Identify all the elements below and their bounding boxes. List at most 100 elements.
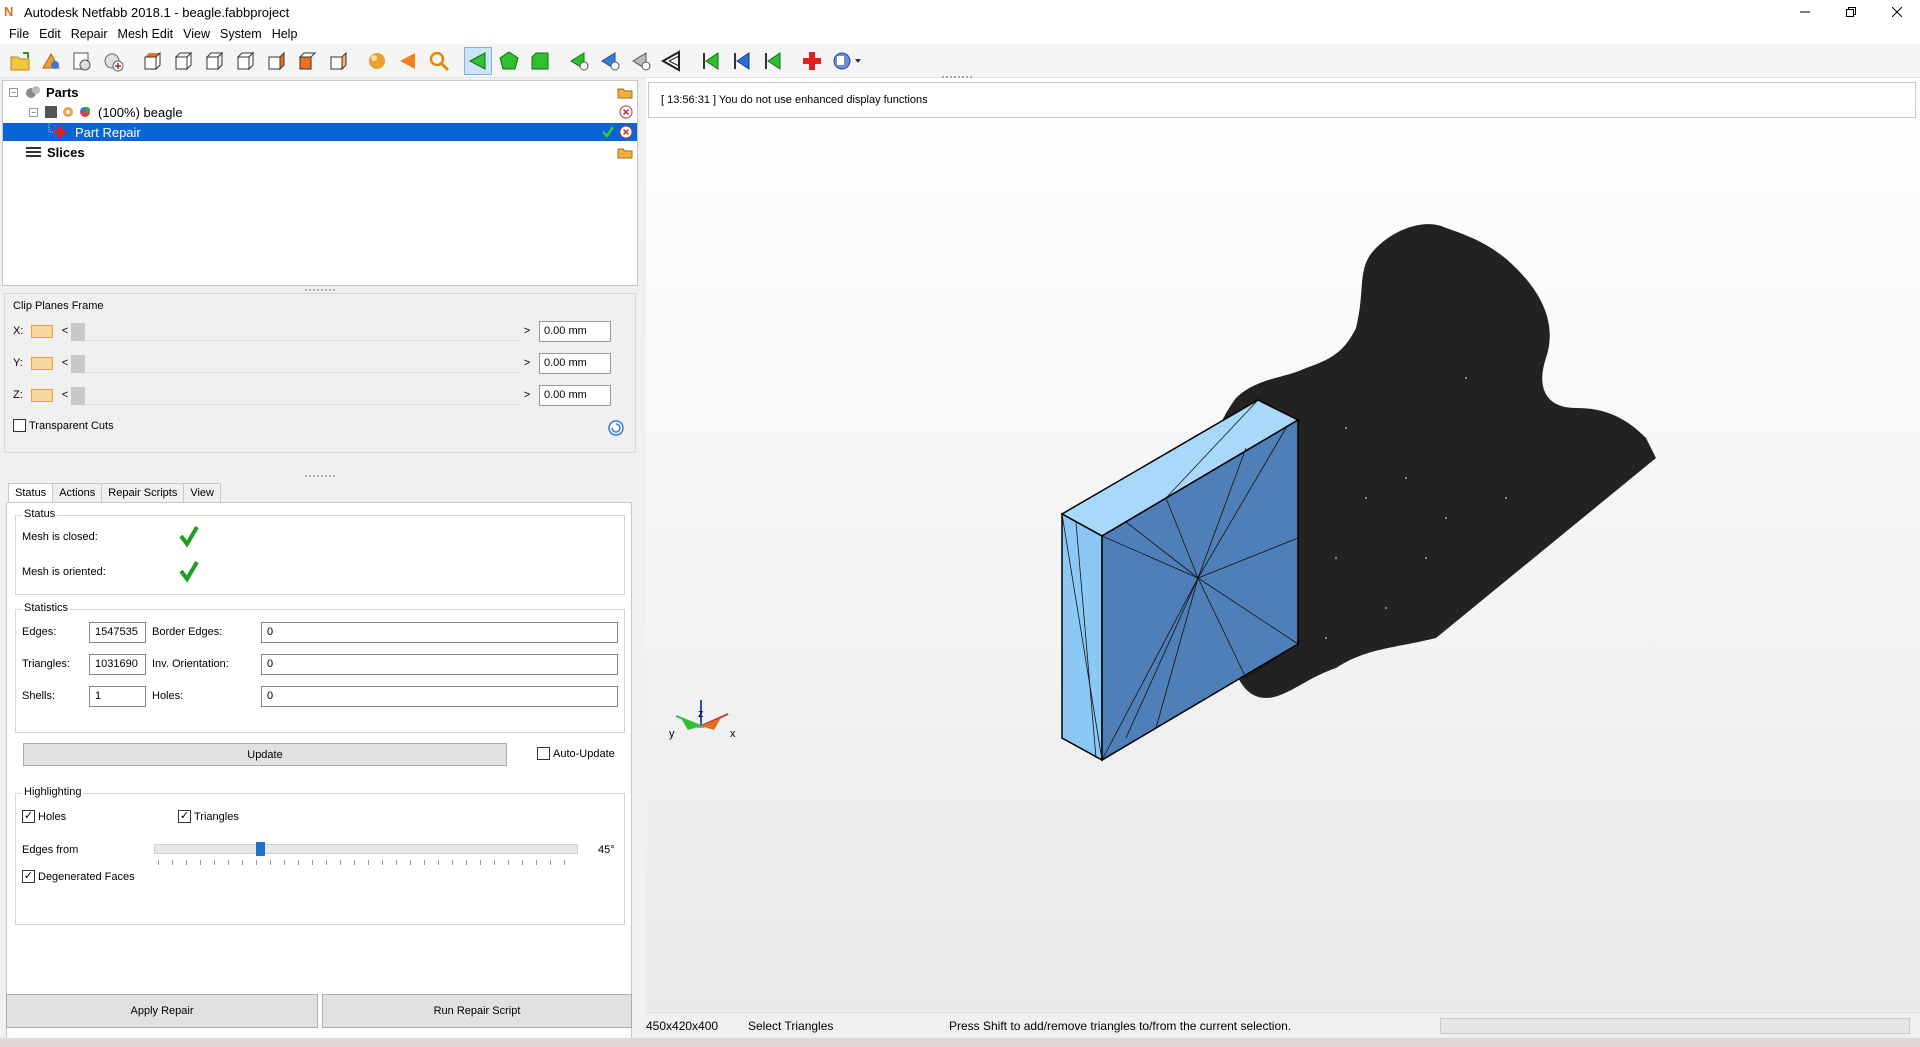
move-point-button[interactable] [658, 47, 686, 75]
clip-z-decrease-icon[interactable]: < [59, 389, 71, 401]
clip-z-thumb[interactable] [71, 387, 85, 405]
holes-field: 0 [261, 686, 618, 707]
transparent-cuts-checkbox[interactable] [13, 419, 26, 432]
menu-system[interactable]: System [215, 27, 267, 41]
auto-update-checkbox[interactable] [537, 747, 550, 760]
menu-mesh-edit[interactable]: Mesh Edit [113, 27, 179, 41]
title-bar: N Autodesk Netfabb 2018.1 - beagle.fabbp… [0, 0, 1920, 24]
collapse-icon[interactable]: − [29, 107, 38, 117]
clip-z-increase-icon[interactable]: > [521, 389, 533, 401]
zoom-button[interactable] [425, 47, 453, 75]
3d-viewport[interactable]: [ 13:56:31 ] You do not use enhanced dis… [646, 76, 1920, 1010]
parts-folder-icon[interactable] [617, 85, 633, 99]
clip-x-increase-icon[interactable]: > [521, 325, 533, 337]
menu-help[interactable]: Help [267, 27, 303, 41]
clip-y-input[interactable]: 0.00 mm [539, 352, 611, 374]
clip-z-toggle[interactable] [31, 388, 53, 402]
degenerated-faces-checkbox[interactable]: ✓ [22, 870, 35, 883]
select-shell-button[interactable] [526, 47, 554, 75]
color-icon[interactable] [78, 105, 92, 119]
tree-connector-icon [48, 123, 66, 138]
clip-x-input[interactable]: 0.00 mm [539, 320, 611, 342]
run-repair-script-button[interactable]: Run Repair Script [322, 994, 632, 1028]
clip-z-input[interactable]: 0.00 mm [539, 384, 611, 406]
close-button[interactable] [1874, 0, 1920, 24]
tab-repair-scripts[interactable]: Repair Scripts [101, 483, 185, 503]
view-iso-button[interactable] [324, 47, 352, 75]
minimize-icon [1800, 11, 1810, 13]
select-triangle-button[interactable] [464, 46, 492, 75]
next-button[interactable] [728, 47, 756, 75]
update-button[interactable]: Update [23, 743, 507, 766]
connect-button[interactable] [627, 47, 655, 75]
repair-box[interactable] [1060, 399, 1300, 762]
transparent-cuts-option[interactable]: Transparent Cuts [13, 419, 114, 432]
auto-update-option[interactable]: Auto-Update [537, 747, 615, 760]
sphere-button[interactable] [363, 47, 391, 75]
add-triangle-icon [570, 51, 589, 70]
clip-x-toggle[interactable] [31, 324, 53, 338]
remove-part-icon[interactable] [619, 105, 633, 119]
mesh-render[interactable] [646, 78, 1920, 1010]
cone-button[interactable] [394, 47, 422, 75]
slices-folder-icon[interactable] [617, 145, 633, 159]
edges-from-thumb[interactable] [256, 842, 265, 856]
prev-button[interactable] [697, 47, 725, 75]
tree-item-slices[interactable]: Slices [3, 143, 637, 161]
tab-actions[interactable]: Actions [52, 483, 103, 503]
clip-splitter[interactable] [305, 475, 335, 479]
triangles-option[interactable]: ✓ Triangles [178, 810, 239, 823]
visibility-icon[interactable] [61, 105, 75, 119]
remove-triangle-button[interactable] [596, 47, 624, 75]
cancel-repair-icon[interactable] [619, 125, 633, 139]
clip-y-toggle[interactable] [31, 356, 53, 370]
view-back-button[interactable] [262, 47, 290, 75]
add-triangle-button[interactable] [565, 47, 593, 75]
clip-y-decrease-icon[interactable]: < [59, 357, 71, 369]
clip-y-slider[interactable] [71, 353, 521, 373]
part-properties-button[interactable] [68, 47, 96, 75]
script-button[interactable] [829, 47, 865, 75]
menu-repair[interactable]: Repair [66, 27, 113, 41]
view-top-icon [144, 51, 161, 70]
refresh-button[interactable] [759, 47, 787, 75]
clip-x-slider[interactable] [71, 321, 521, 341]
clip-y-increase-icon[interactable]: > [521, 357, 533, 369]
view-bottom-button[interactable] [293, 47, 321, 75]
add-part-button[interactable] [37, 47, 65, 75]
apply-repair-button[interactable]: Apply Repair [6, 994, 318, 1028]
degenerated-faces-option[interactable]: ✓ Degenerated Faces [22, 870, 135, 883]
tree-item-part-repair[interactable]: Part Repair [3, 123, 637, 141]
edges-from-label: Edges from [22, 844, 79, 856]
clip-x-decrease-icon[interactable]: < [59, 325, 71, 337]
restore-button[interactable] [1828, 0, 1874, 24]
menu-view[interactable]: View [178, 27, 215, 41]
repair-button[interactable] [798, 47, 826, 75]
tab-view[interactable]: View [183, 483, 221, 503]
minimize-button[interactable] [1782, 0, 1828, 24]
view-front-button[interactable] [169, 47, 197, 75]
open-project-button[interactable] [6, 47, 34, 75]
clip-z-slider[interactable] [71, 385, 521, 405]
tree-item-parts[interactable]: − Parts [3, 83, 637, 101]
edges-from-slider[interactable] [154, 844, 578, 854]
menu-edit[interactable]: Edit [34, 27, 66, 41]
clip-x-thumb[interactable] [71, 323, 85, 341]
view-right-button[interactable] [231, 47, 259, 75]
menu-file[interactable]: File [4, 27, 34, 41]
collapse-icon[interactable]: − [9, 87, 18, 97]
holes-option[interactable]: ✓ Holes [22, 810, 66, 823]
tab-status[interactable]: Status [8, 483, 54, 503]
reset-clip-icon[interactable] [607, 419, 625, 437]
holes-checkbox[interactable]: ✓ [22, 810, 35, 823]
new-part-button[interactable] [99, 47, 127, 75]
view-left-button[interactable] [200, 47, 228, 75]
confirm-check-icon[interactable] [601, 125, 615, 139]
select-triangle-icon [468, 51, 486, 70]
clip-y-thumb[interactable] [71, 355, 85, 373]
select-surface-button[interactable] [495, 47, 523, 75]
tree-item-beagle[interactable]: − (100%) beagle [3, 103, 637, 121]
edges-field: 1547535 [89, 622, 146, 643]
view-top-button[interactable] [138, 47, 166, 75]
triangles-checkbox[interactable]: ✓ [178, 810, 191, 823]
